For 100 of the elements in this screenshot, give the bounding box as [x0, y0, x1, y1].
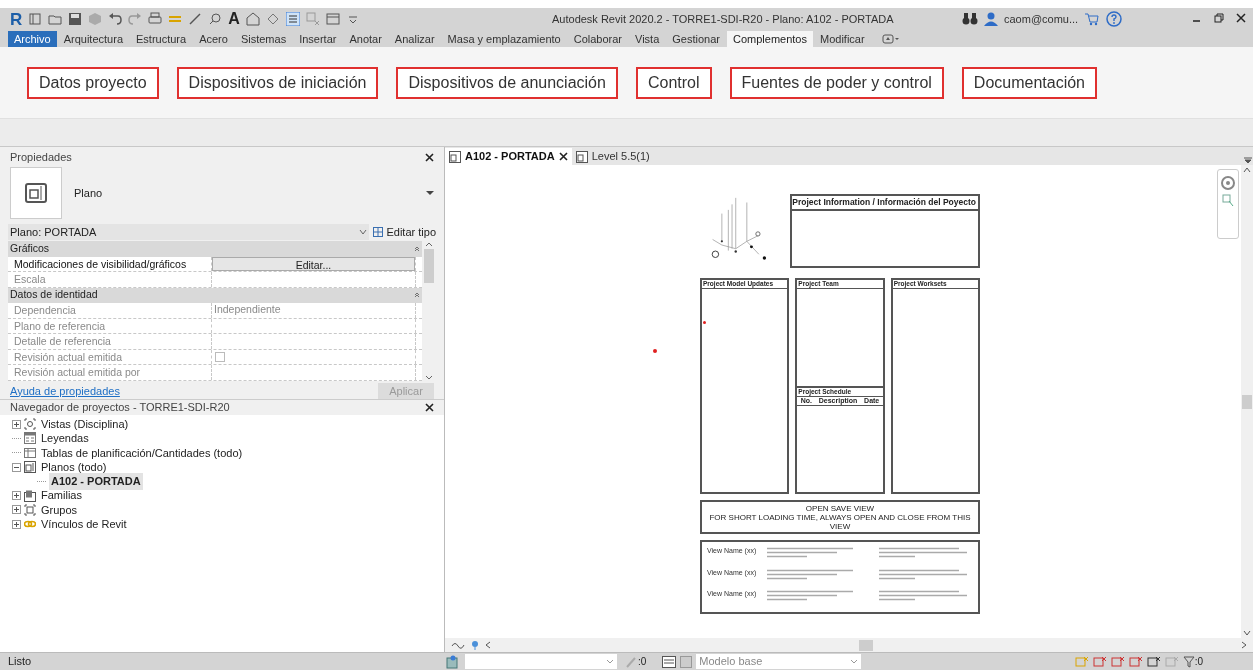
zoom-icon[interactable] — [1222, 194, 1234, 208]
text-tool-icon[interactable]: A — [228, 11, 240, 27]
ribbon-tab[interactable]: Arquitectura — [57, 31, 129, 47]
ribbon-tab[interactable]: Estructura — [130, 31, 193, 47]
scroll-down-icon[interactable] — [425, 374, 433, 381]
ribbon-tab[interactable]: Masa y emplazamiento — [441, 31, 567, 47]
expand-icon[interactable] — [12, 519, 21, 529]
user-icon[interactable] — [984, 12, 998, 27]
cart-icon[interactable] — [1084, 12, 1101, 27]
scroll-thumb[interactable] — [859, 639, 873, 651]
design-option-icon[interactable] — [680, 655, 693, 668]
view-tab[interactable]: Level 5.5(1) — [571, 148, 654, 165]
tree-item[interactable]: A102 - PORTADA — [49, 473, 143, 490]
scroll-up-icon[interactable] — [1243, 167, 1251, 173]
close-views-icon[interactable] — [305, 12, 320, 26]
ribbon-button[interactable]: Dispositivos de iniciación — [176, 66, 379, 99]
instance-dropdown[interactable]: Plano: PORTADA — [8, 223, 370, 240]
close-icon[interactable] — [1236, 13, 1246, 23]
model-dropdown[interactable]: Modelo base — [696, 654, 862, 669]
face-select-icon[interactable] — [1128, 655, 1143, 668]
property-group-header[interactable]: Datos de identidad — [8, 287, 422, 303]
tree-item[interactable]: Vínculos de Revit — [39, 516, 129, 533]
ribbon-button[interactable]: Datos proyecto — [27, 66, 159, 99]
thin-lines-icon[interactable] — [285, 12, 300, 26]
save-icon[interactable] — [68, 12, 83, 26]
redo-icon[interactable] — [128, 12, 143, 26]
scroll-left-icon[interactable] — [485, 641, 491, 649]
pin-icon[interactable] — [471, 640, 479, 650]
panel-icon[interactable] — [28, 12, 43, 26]
ribbon-tab[interactable]: Archivo — [8, 31, 57, 47]
windows-icon[interactable] — [325, 12, 340, 26]
close-icon[interactable] — [558, 152, 568, 161]
ribbon-button[interactable]: Dispositivos de anunciación — [396, 66, 618, 99]
dropdown-caret-icon — [359, 228, 368, 235]
help-icon[interactable] — [1106, 11, 1123, 28]
close-icon[interactable] — [425, 403, 434, 412]
type-selector[interactable]: Plano — [10, 165, 434, 222]
ribbon-tab[interactable]: Complementos — [727, 31, 813, 47]
drag-icon[interactable] — [1146, 655, 1161, 668]
dimension-icon[interactable] — [188, 12, 203, 26]
navigation-bar[interactable] — [1217, 169, 1239, 239]
property-label: Revisión actual emitida por — [8, 365, 212, 380]
close-icon[interactable] — [425, 152, 434, 162]
collapse-icon[interactable] — [12, 462, 21, 472]
ribbon-button[interactable]: Control — [635, 66, 712, 99]
view-control-icon[interactable] — [451, 640, 465, 650]
view-tab[interactable]: A102 - PORTADA — [445, 148, 572, 165]
ribbon-tab[interactable]: Sistemas — [234, 31, 293, 47]
expand-icon[interactable] — [12, 505, 21, 515]
filter-icon[interactable] — [1182, 655, 1195, 668]
user-name[interactable]: caom@comu... — [1004, 11, 1079, 28]
expand-icon[interactable] — [12, 491, 21, 501]
ribbon-tab[interactable]: Anotar — [343, 31, 388, 47]
tab-menu-icon[interactable] — [1243, 155, 1253, 165]
help-link[interactable]: Ayuda de propiedades — [10, 382, 120, 399]
ribbon-tab[interactable]: Gestionar — [666, 31, 726, 47]
dropdown-caret-icon — [606, 658, 614, 665]
vertical-scrollbar[interactable] — [1241, 165, 1253, 638]
expand-icon[interactable] — [12, 419, 21, 429]
dropdown-caret-icon[interactable] — [426, 190, 434, 197]
scroll-thumb[interactable] — [1242, 394, 1252, 409]
binoculars-icon[interactable] — [962, 12, 978, 27]
ribbon-button[interactable]: Documentación — [961, 66, 1097, 99]
scroll-right-icon[interactable] — [1241, 641, 1247, 649]
status-text: Listo — [7, 654, 33, 670]
diamond-icon[interactable] — [265, 12, 280, 26]
undo-icon[interactable] — [108, 12, 123, 26]
worksets-icon[interactable] — [445, 654, 459, 669]
notice-text: FOR SHORT LOADING TIME, ALWAYS OPEN AND CLOSE FROM THIS VIEW — [708, 512, 972, 531]
app-logo[interactable]: R — [10, 10, 23, 28]
print-icon[interactable] — [148, 12, 163, 26]
tree-item[interactable]: Grupos — [39, 501, 80, 519]
window-title: Autodesk Revit 2020.2 - TORRE1-SDI-R20 - Plano: A102 - PORTADA — [552, 12, 894, 27]
ribbon-tab[interactable]: Modificar — [814, 31, 871, 47]
property-label: Revisión actual emitida — [8, 349, 212, 364]
tree-item[interactable]: Leyendas — [39, 430, 91, 447]
ribbon-tab[interactable]: Vista — [629, 31, 666, 47]
ribbon-button[interactable]: Fuentes de poder y control — [729, 66, 944, 99]
schedule-icon — [24, 446, 36, 459]
property-group-header[interactable]: Gráficos — [8, 241, 422, 257]
ribbon-tab[interactable]: Colaborar — [567, 31, 629, 47]
scroll-up-icon[interactable] — [425, 241, 433, 247]
panel-toggle-icon[interactable] — [881, 34, 900, 44]
ribbon-tab[interactable]: Insertar — [293, 31, 343, 47]
edit-type-button[interactable]: Editar tipo — [373, 223, 436, 240]
scroll-thumb[interactable] — [424, 249, 434, 283]
tree-item[interactable]: Familias — [39, 487, 84, 504]
ribbon-tab[interactable]: Acero — [193, 31, 234, 47]
pinned-select-icon[interactable] — [1110, 655, 1125, 668]
house-icon[interactable] — [245, 12, 260, 26]
underlay-select-icon[interactable] — [1092, 655, 1107, 668]
folder-icon[interactable] — [48, 12, 63, 26]
tree-item[interactable]: Planos (todo) — [39, 458, 109, 476]
scroll-down-icon[interactable] — [1243, 630, 1251, 636]
ribbon-tab[interactable]: Analizar — [388, 31, 441, 47]
options-icon[interactable] — [662, 655, 677, 668]
tree-item[interactable]: Vistas (Disciplina) — [39, 415, 131, 433]
restore-icon[interactable] — [1214, 13, 1224, 23]
steering-wheel-icon[interactable] — [1221, 176, 1235, 190]
tree-item[interactable]: Tablas de planificación/Cantidades (todo) — [39, 444, 245, 461]
